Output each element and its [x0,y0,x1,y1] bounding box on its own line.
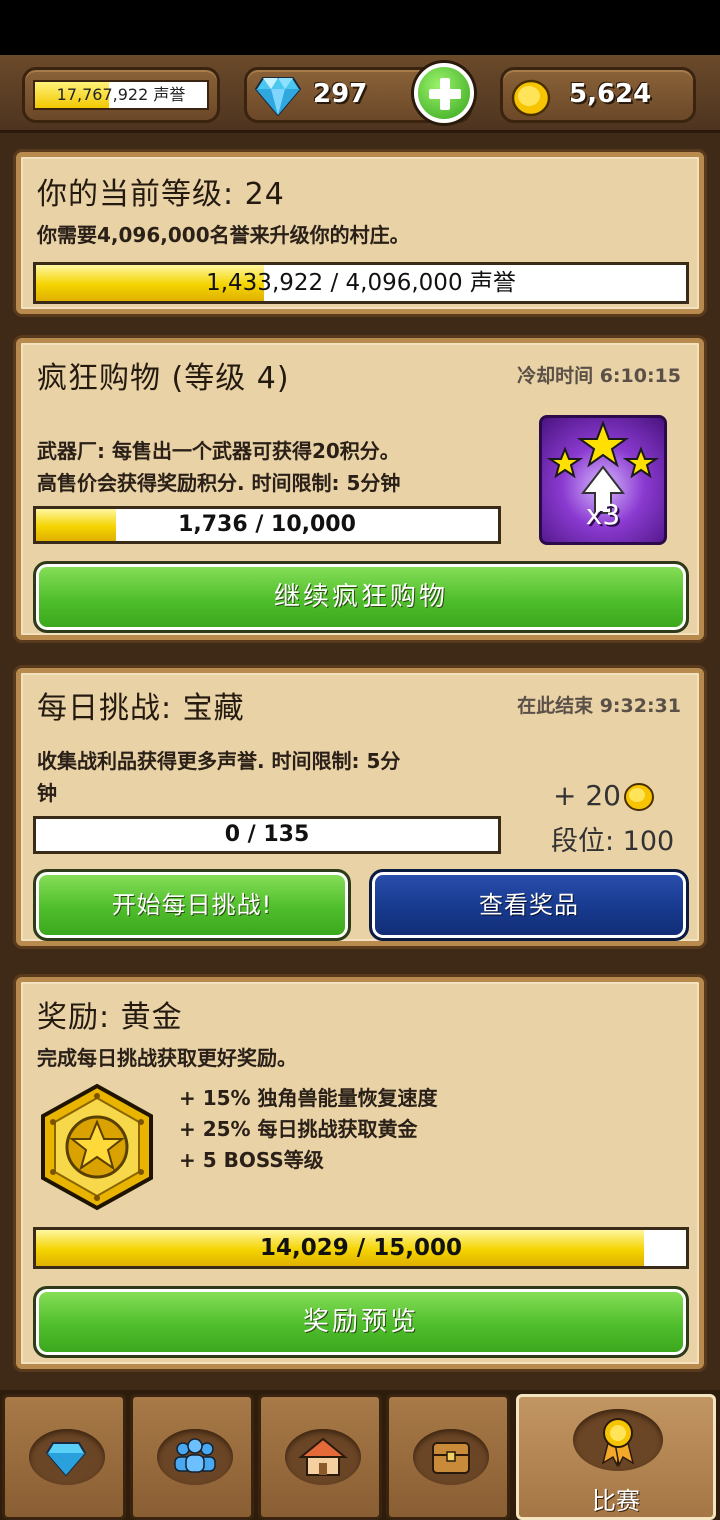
people-icon [174,1438,216,1473]
gem-count: 297 [313,79,368,109]
nav-shop[interactable] [2,1394,126,1520]
multiplier-label: x3 [585,498,621,531]
challenge-progress-text: 0 / 135 [224,822,310,847]
reward-gold-amount: + 20 [553,779,621,812]
bonus-item: + 25% 每日挑战获取黄金 [179,1117,418,1141]
shopping-title: 疯狂购物 (等级 4) [37,361,290,396]
challenge-end-timer: 在此结束 9:32:31 [517,695,681,717]
gold-medal-icon [41,1083,153,1211]
fame-total: 17,767,922 声誉 [56,85,186,104]
shopping-progress-text: 1,736 / 10,000 [178,512,356,537]
level-progress-bar: 1,433,922 / 4,096,000 声誉 [33,262,689,304]
diamond-icon [255,77,301,116]
treasure-chest-icon [432,1442,470,1474]
buy-gems-button[interactable] [414,63,474,123]
challenge-desc-line1: 收集战利品获得更多声誉. 时间限制: 5分 [37,749,401,773]
nav-village[interactable] [258,1394,382,1520]
diamond-icon [45,1442,87,1477]
level-title: 你的当前等级: 24 [37,177,285,212]
nav-inventory[interactable] [386,1394,510,1520]
crazy-shopping-panel: 疯狂购物 (等级 4) 冷却时间 6:10:15 武器厂: 每售出一个武器可获得… [16,338,704,640]
gold-coin-icon [511,79,551,117]
shopping-desc-line2: 高售价会获得奖励积分. 时间限制: 5分钟 [37,471,401,495]
house-icon [298,1437,348,1476]
shopping-progress-bar: 1,736 / 10,000 [33,506,501,544]
nav-contest-label: 比赛 [592,1487,640,1515]
medal-ribbon-icon [601,1418,635,1468]
reward-panel: 奖励: 黄金 完成每日挑战获取更好奖励。 + 15% 独角兽能量恢复速度 + 2… [16,977,704,1369]
reward-preview-button[interactable]: 奖励预览 [33,1286,689,1358]
challenge-desc-line2: 钟 [37,781,57,805]
reward-title: 奖励: 黄金 [37,1000,183,1035]
resource-bar: 17,767,922 声誉 297 5,624 [0,55,720,133]
level-progress-text: 1,433,922 / 4,096,000 声誉 [206,270,516,296]
continue-shopping-button[interactable]: 继续疯狂购物 [33,561,689,633]
daily-challenge-panel: 每日挑战: 宝藏 在此结束 9:32:31 收集战利品获得更多声誉. 时间限制:… [16,668,704,946]
reward-description: 完成每日挑战获取更好奖励。 [37,1046,297,1070]
bottom-nav: 比赛 [0,1390,720,1520]
gold-count: 5,624 [569,79,652,109]
reward-progress-text: 14,029 / 15,000 [260,1235,462,1261]
level-panel: 你的当前等级: 24 你需要4,096,000名誉来升级你的村庄。 1,433,… [16,152,704,314]
shopping-desc-line1: 武器厂: 每售出一个武器可获得20积分。 [37,439,400,463]
nav-contest[interactable]: 比赛 [516,1394,716,1520]
challenge-title: 每日挑战: 宝藏 [37,691,245,726]
stars-boost-badge: x3 [539,415,667,545]
nav-workers[interactable] [130,1394,254,1520]
fame-counter: 17,767,922 声誉 [22,67,220,123]
bonus-item: + 5 BOSS等级 [179,1148,324,1172]
level-description: 你需要4,096,000名誉来升级你的村庄。 [37,223,410,247]
challenge-progress-bar: 0 / 135 [33,816,501,854]
start-challenge-button[interactable]: 开始每日挑战! [33,869,351,941]
gold-coin-icon [624,783,654,811]
reward-progress-bar: 14,029 / 15,000 [33,1227,689,1269]
gold-counter: 5,624 [500,67,696,123]
rank-label: 段位: 100 [551,826,675,857]
plus-icon [429,78,461,110]
view-prizes-button[interactable]: 查看奖品 [369,869,689,941]
cooldown-timer: 冷却时间 6:10:15 [517,365,681,387]
bonus-item: + 15% 独角兽能量恢复速度 [179,1086,438,1110]
app: 17,767,922 声誉 297 5,624 你的当前等级: 24 你需要4,… [0,55,720,1520]
